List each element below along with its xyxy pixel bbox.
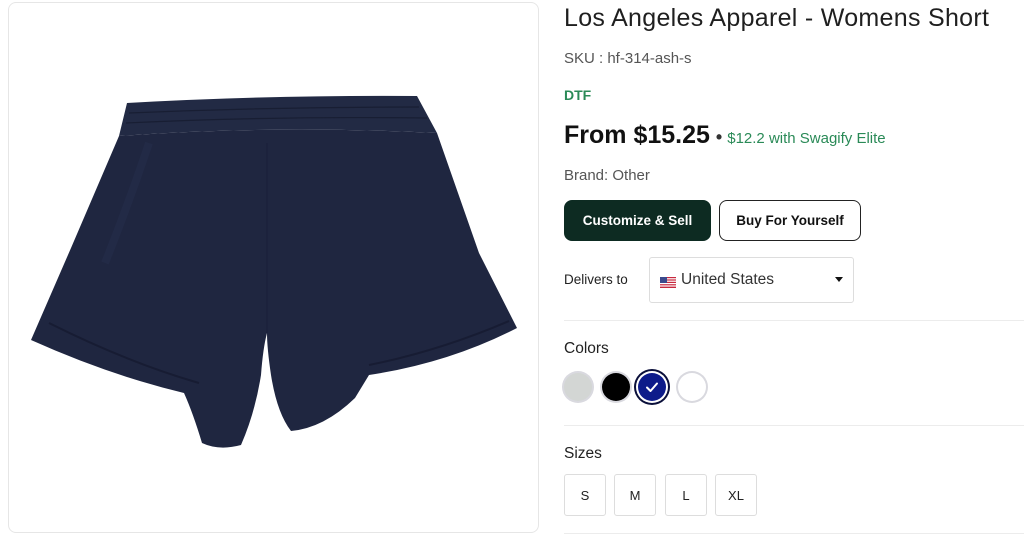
product-price: From $15.25 <box>564 121 710 149</box>
check-icon <box>646 382 658 392</box>
color-swatch-ash[interactable] <box>564 373 592 401</box>
customize-sell-button[interactable]: Customize & Sell <box>564 200 711 241</box>
price-row: From $15.25 • $12.2 with Swagify Elite <box>564 121 886 150</box>
divider <box>564 533 1024 534</box>
size-option-s[interactable]: S <box>564 474 606 516</box>
size-option-m[interactable]: M <box>614 474 656 516</box>
buy-for-yourself-button[interactable]: Buy For Yourself <box>719 200 861 241</box>
size-option-l[interactable]: L <box>665 474 707 516</box>
colors-label: Colors <box>564 340 609 357</box>
elite-price: $12.2 with Swagify Elite <box>727 130 886 147</box>
product-title: Los Angeles Apparel - Womens Short <box>564 4 990 32</box>
chevron-down-icon <box>835 277 843 282</box>
product-sku: SKU : hf-314-ash-s <box>564 50 692 67</box>
product-image-panel[interactable] <box>8 2 539 533</box>
color-swatch-navy[interactable] <box>638 373 666 401</box>
size-option-xl[interactable]: XL <box>715 474 757 516</box>
country-name: United States <box>681 271 775 288</box>
print-method-badge: DTF <box>564 87 592 103</box>
divider <box>564 425 1024 426</box>
delivers-to-label: Delivers to <box>564 272 628 287</box>
us-flag-icon <box>660 275 676 288</box>
country-select[interactable]: United States <box>649 257 854 303</box>
color-swatch-white[interactable] <box>678 373 706 401</box>
navy-shorts-image <box>31 95 517 448</box>
price-separator: • <box>715 127 723 147</box>
sizes-label: Sizes <box>564 445 602 462</box>
divider <box>564 320 1024 321</box>
color-swatch-black[interactable] <box>602 373 630 401</box>
product-brand: Brand: Other <box>564 167 650 184</box>
